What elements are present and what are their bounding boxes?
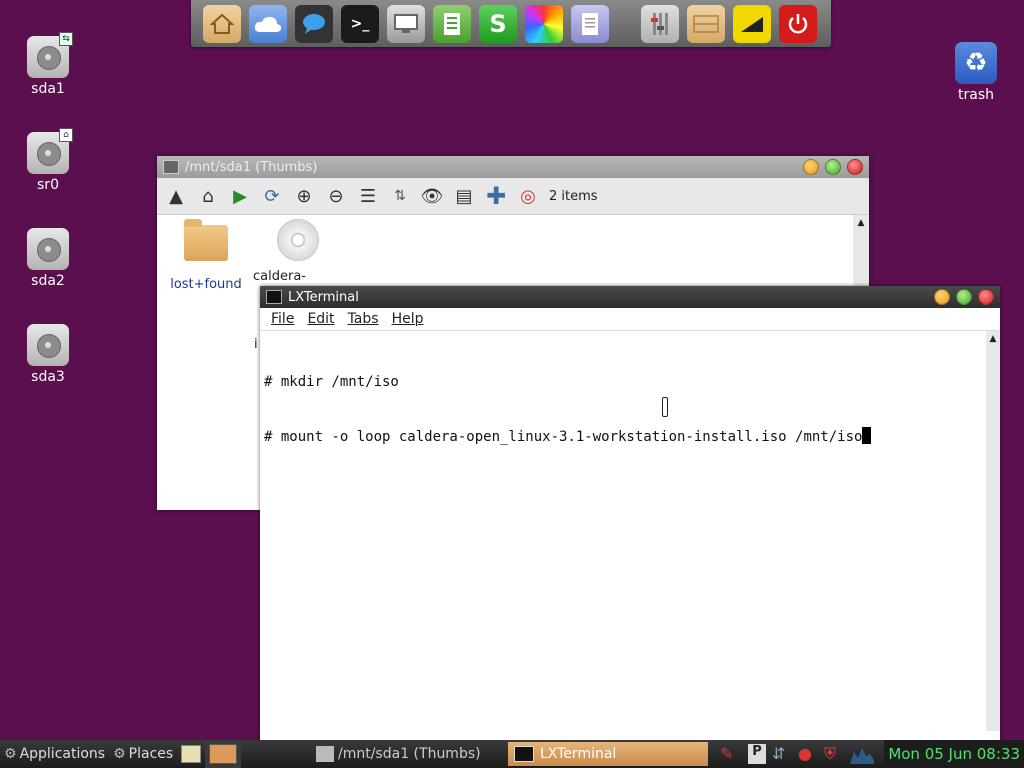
top-dock: >_ S [191, 0, 831, 47]
file-item-label-partial: i [254, 337, 258, 352]
document-icon[interactable] [433, 5, 471, 43]
desktop-icon-label: sda2 [31, 273, 65, 289]
terminal-line: # mount -o loop caldera-open_linux-3.1-w… [264, 429, 863, 445]
window-title: LXTerminal [288, 289, 359, 305]
window-title: /mnt/sda1 (Thumbs) [185, 159, 318, 175]
terminal-window-icon [266, 290, 282, 304]
refresh-icon[interactable]: ⟳ [259, 183, 285, 209]
window-icon [163, 160, 179, 174]
sort-icon[interactable]: ⇅ [387, 183, 413, 209]
file-item-label: caldera- [253, 269, 306, 284]
color-wheel-icon[interactable] [525, 5, 563, 43]
disc-icon [277, 219, 319, 261]
file-item-caldera-iso[interactable]: caldera- [253, 219, 343, 284]
desktop-icon-label: trash [958, 87, 994, 103]
details-view-icon[interactable]: ▤ [451, 183, 477, 209]
terminal-menubar: File Edit Tabs Help [260, 308, 1000, 331]
recycle-icon: ♻ [955, 42, 997, 84]
hard-drive-icon [27, 324, 69, 366]
item-count: 2 items [549, 188, 598, 204]
display-icon[interactable] [387, 5, 425, 43]
chat-icon[interactable] [295, 5, 333, 43]
folder-icon [184, 219, 228, 261]
file-manager-toolbar: ▲ ⌂ ▶ ⟳ ⊕ ⊖ ☰ ⇅ 👁 ▤ ✚ ◎ 2 items [157, 178, 869, 215]
pen-tray-icon[interactable]: ✎ [720, 744, 738, 764]
file-manager-task-icon [316, 746, 334, 762]
network-tray-icon[interactable]: ⇵ [772, 744, 790, 764]
hard-drive-icon [27, 228, 69, 270]
desktop-icon-label: sda3 [31, 369, 65, 385]
show-desktop-icon[interactable] [205, 740, 242, 768]
places-menu[interactable]: ⚙ Places [109, 740, 177, 768]
file-item-label: lost+found [170, 277, 242, 292]
terminal-glyph: >_ [350, 16, 370, 32]
places-label: Places [128, 746, 174, 762]
hard-drive-icon: ⇆ [27, 32, 73, 78]
desktop-icon-label: sr0 [37, 177, 59, 193]
close-button[interactable] [978, 289, 994, 305]
terminal-window: LXTerminal File Edit Tabs Help # mkdir /… [260, 286, 1000, 742]
menu-tabs[interactable]: Tabs [348, 311, 379, 327]
ruler-icon[interactable] [733, 5, 771, 43]
scroll-up-arrow-icon[interactable]: ▲ [986, 334, 1000, 344]
applications-label: Applications [19, 746, 106, 762]
task-label: /mnt/sda1 (Thumbs) [338, 746, 481, 762]
terminal-task-icon [514, 746, 534, 762]
terminal-scrollbar[interactable]: ▲ [986, 331, 1000, 731]
desktop-icon-sda3[interactable]: sda3 [8, 324, 88, 385]
desktop-icon-trash[interactable]: ♻ trash [936, 42, 1016, 103]
spreadsheet-glyph: S [489, 10, 507, 38]
applications-menu[interactable]: ⚙ Applications [0, 740, 109, 768]
optical-drive-icon: ⌂ [27, 128, 73, 174]
task-label: LXTerminal [540, 746, 617, 762]
usb-tray-icon[interactable]: ● [798, 744, 816, 764]
desktop-icon-sda2[interactable]: sda2 [8, 228, 88, 289]
terminal-icon[interactable]: >_ [341, 5, 379, 43]
clock[interactable]: Mon 05 Jun 08:33 [884, 740, 1024, 768]
text-cursor [862, 427, 872, 444]
file-item-lost-found[interactable]: lost+found [165, 219, 247, 292]
task-button-file-manager[interactable]: /mnt/sda1 (Thumbs) [310, 742, 506, 766]
home-icon[interactable]: ⌂ [195, 183, 221, 209]
applications-icon: ⚙ [4, 746, 17, 762]
minimize-button[interactable] [934, 289, 950, 305]
file-manager-titlebar[interactable]: /mnt/sda1 (Thumbs) [157, 156, 869, 178]
spreadsheet-icon[interactable]: S [479, 5, 517, 43]
maximize-button[interactable] [956, 289, 972, 305]
terminal-titlebar[interactable]: LXTerminal [260, 286, 1000, 308]
list-view-icon[interactable]: ☰ [355, 183, 381, 209]
maximize-button[interactable] [825, 159, 841, 175]
text-editor-icon[interactable] [571, 5, 609, 43]
places-icon: ⚙ [113, 746, 126, 762]
terminal-line: # mkdir /mnt/iso [264, 374, 399, 390]
notes-icon[interactable] [177, 740, 205, 768]
add-icon[interactable]: ✚ [483, 182, 509, 210]
forward-arrow-icon[interactable]: ▶ [227, 183, 253, 209]
menu-file[interactable]: File [271, 311, 294, 327]
scroll-up-arrow-icon[interactable]: ▲ [853, 218, 869, 228]
terminal-output[interactable]: # mkdir /mnt/iso # mount -o loop caldera… [260, 331, 1000, 731]
zoom-out-icon[interactable]: ⊖ [323, 183, 349, 209]
task-button-terminal[interactable]: LXTerminal [508, 742, 708, 766]
minimize-button[interactable] [803, 159, 819, 175]
eye-icon[interactable]: 👁 [419, 183, 445, 209]
shield-tray-icon[interactable]: ⛨ [824, 744, 842, 764]
cpu-graph-tray-icon[interactable] [850, 744, 874, 764]
up-arrow-icon[interactable]: ▲ [163, 183, 189, 209]
drawer-icon[interactable] [687, 5, 725, 43]
desktop-icon-sr0[interactable]: ⌂ sr0 [8, 128, 88, 193]
close-button[interactable] [847, 159, 863, 175]
settings-icon[interactable] [641, 5, 679, 43]
desktop-icon-sda1[interactable]: ⇆ sda1 [8, 32, 88, 97]
menu-help[interactable]: Help [392, 311, 424, 327]
home-folder-icon[interactable] [203, 5, 241, 43]
help-lifebuoy-icon[interactable]: ◎ [515, 183, 541, 209]
mouse-ibeam-cursor [662, 397, 668, 417]
parking-tray-icon[interactable]: P [748, 744, 766, 764]
desktop-icon-label: sda1 [31, 81, 65, 97]
power-icon[interactable] [779, 5, 817, 43]
menu-edit[interactable]: Edit [307, 311, 334, 327]
cloud-icon[interactable] [249, 5, 287, 43]
zoom-in-icon[interactable]: ⊕ [291, 183, 317, 209]
